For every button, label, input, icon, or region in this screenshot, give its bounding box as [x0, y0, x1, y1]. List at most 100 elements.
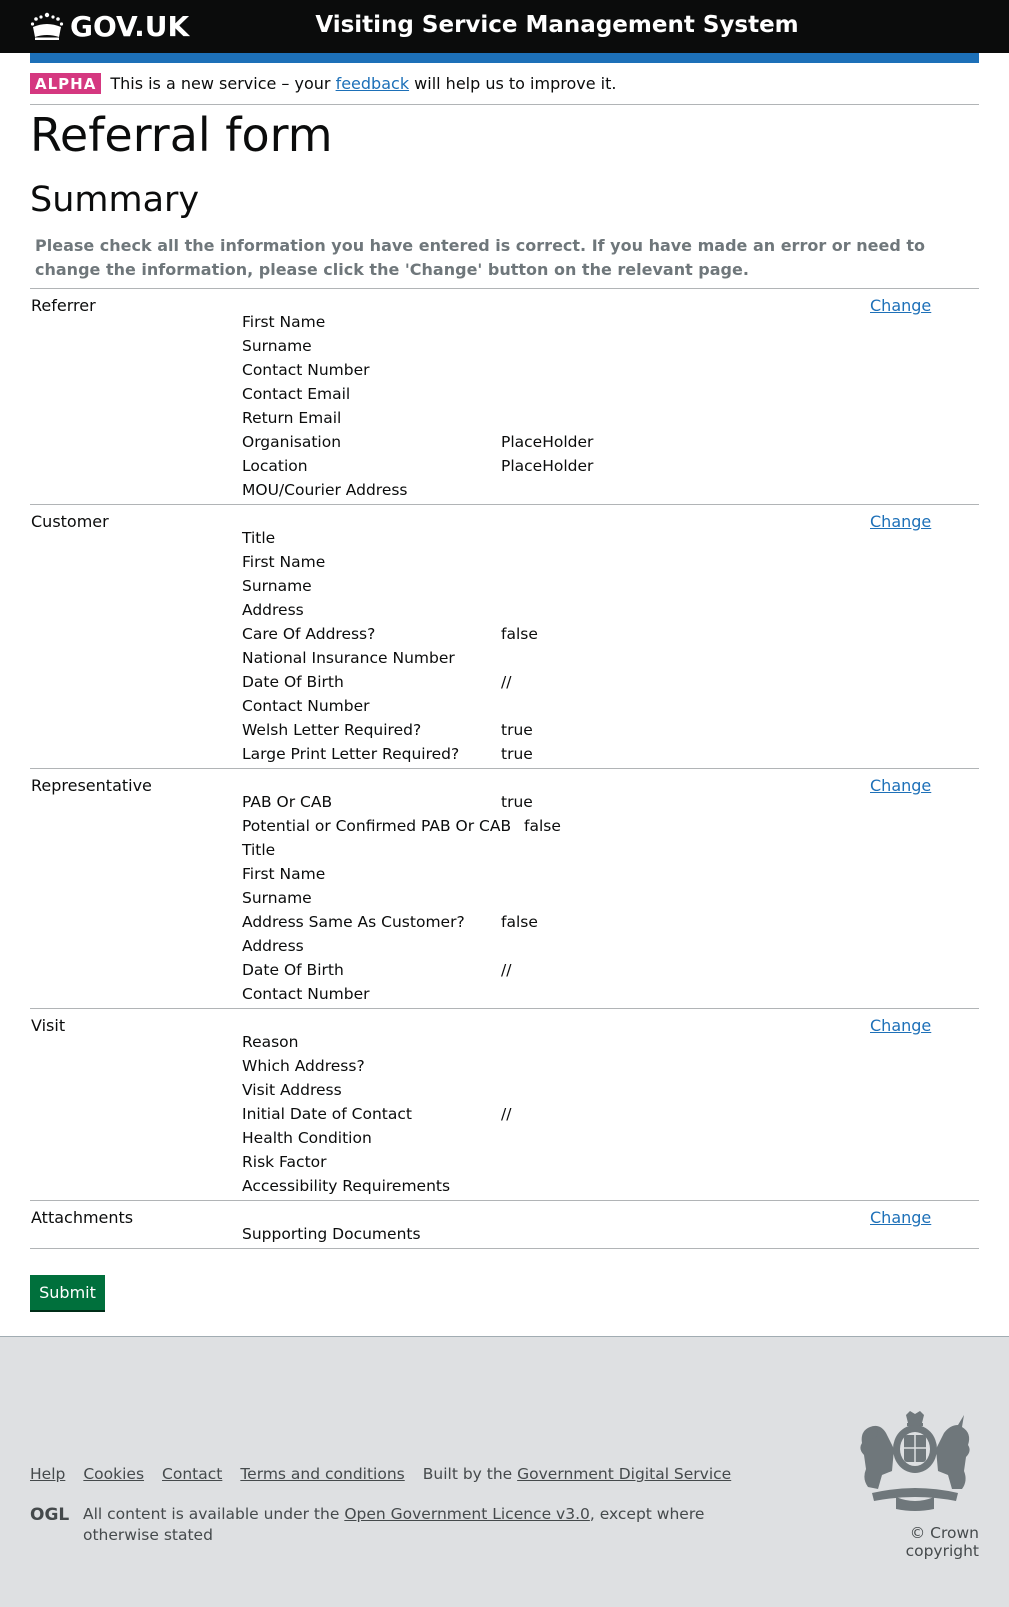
- row-key: Initial Date of Contact: [242, 1105, 412, 1123]
- summary-row: Welsh Letter Required? true: [30, 718, 979, 742]
- gds-link[interactable]: Government Digital Service: [517, 1465, 731, 1483]
- summary-row: Initial Date of Contact //: [30, 1102, 979, 1126]
- summary-row: Which Address?: [30, 1054, 979, 1078]
- ogl-logo-icon: OGL: [30, 1505, 69, 1523]
- row-key: Address: [242, 601, 304, 619]
- summary-row: Location PlaceHolder: [30, 454, 979, 478]
- row-key: First Name: [242, 553, 326, 571]
- summary-row: Large Print Letter Required? true: [30, 742, 979, 766]
- header-blue-bar: [30, 53, 979, 63]
- footer-link-cookies[interactable]: Cookies: [83, 1465, 144, 1483]
- phase-banner-text: This is a new service – your feedback wi…: [110, 74, 616, 93]
- section-visit: Visit Change Reason Which Address? Visit…: [30, 1008, 979, 1200]
- phase-banner: ALPHA This is a new service – your feedb…: [30, 63, 979, 105]
- feedback-link[interactable]: feedback: [336, 74, 410, 93]
- row-key: Location: [242, 457, 308, 475]
- summary-row: Accessibility Requirements: [30, 1174, 979, 1198]
- row-key: Contact Number: [242, 697, 370, 715]
- summary-row: Address: [30, 598, 979, 622]
- row-value: false: [524, 817, 561, 835]
- row-key: Reason: [242, 1033, 299, 1051]
- summary-row: Health Condition: [30, 1126, 979, 1150]
- row-key: Address: [242, 937, 304, 955]
- section-customer: Customer Change Title First Name Surname…: [30, 504, 979, 768]
- summary-row: National Insurance Number: [30, 646, 979, 670]
- section-representative: Representative Change PAB Or CAB true Pot…: [30, 768, 979, 1008]
- row-key: Contact Number: [242, 985, 370, 1003]
- row-value: true: [501, 745, 533, 763]
- row-key: Surname: [242, 577, 312, 595]
- row-key: Date Of Birth: [242, 961, 344, 979]
- summary-row: Risk Factor: [30, 1150, 979, 1174]
- summary-row: Contact Email: [30, 382, 979, 406]
- row-key: Care Of Address?: [242, 625, 376, 643]
- row-key: Contact Email: [242, 385, 351, 403]
- footer-link-help[interactable]: Help: [30, 1465, 65, 1483]
- summary-row: Title: [30, 838, 979, 862]
- row-key: PAB Or CAB: [242, 793, 333, 811]
- footer-link-contact[interactable]: Contact: [162, 1465, 222, 1483]
- royal-coat-of-arms-icon: [860, 1411, 970, 1511]
- row-key: Surname: [242, 889, 312, 907]
- row-key: Organisation: [242, 433, 342, 451]
- lead-text: Please check all the information you hav…: [35, 236, 925, 279]
- built-by-prefix: Built by the: [422, 1465, 518, 1483]
- row-value: false: [501, 913, 538, 931]
- row-key: MOU/Courier Address: [242, 481, 408, 499]
- built-by-text: Built by the Government Digital Service: [423, 1465, 731, 1483]
- summary-row: Reason: [30, 1030, 979, 1054]
- page-title: Referral form: [30, 108, 333, 162]
- summary-row: Contact Number: [30, 694, 979, 718]
- section-attachments: Attachments Change Supporting Documents: [30, 1200, 979, 1249]
- row-key: First Name: [242, 865, 326, 883]
- section-referrer: Referrer Change First Name Surname Conta…: [30, 288, 979, 504]
- summary-row: Title: [30, 526, 979, 550]
- summary-row: Potential or Confirmed PAB Or CAB false: [30, 814, 979, 838]
- row-key: National Insurance Number: [242, 649, 455, 667]
- crown-copyright[interactable]: © Crown copyright: [848, 1524, 979, 1560]
- row-key: Title: [242, 841, 276, 859]
- row-key: Large Print Letter Required?: [242, 745, 460, 763]
- footer-links: Help Cookies Contact Terms and condition…: [30, 1465, 731, 1483]
- submit-button[interactable]: Submit: [30, 1275, 105, 1310]
- summary-row: Address Same As Customer? false: [30, 910, 979, 934]
- summary-row: Surname: [30, 574, 979, 598]
- row-key: Title: [242, 529, 276, 547]
- row-key: Accessibility Requirements: [242, 1177, 451, 1195]
- summary-row: Return Email: [30, 406, 979, 430]
- row-key: Which Address?: [242, 1057, 365, 1075]
- row-value: true: [501, 721, 533, 739]
- ogl-licence-link[interactable]: Open Government Licence v3.0: [344, 1505, 590, 1523]
- row-key: Date Of Birth: [242, 673, 344, 691]
- service-name[interactable]: Visiting Service Management System: [0, 12, 1009, 38]
- summary-list: Referrer Change First Name Surname Conta…: [30, 288, 979, 1249]
- row-value: //: [501, 961, 512, 979]
- row-key: Risk Factor: [242, 1153, 327, 1171]
- summary-row: First Name: [30, 550, 979, 574]
- footer-link-terms[interactable]: Terms and conditions: [240, 1465, 404, 1483]
- summary-row: MOU/Courier Address: [30, 478, 979, 502]
- summary-row: First Name: [30, 862, 979, 886]
- ogl-logo-text: OGL: [30, 1505, 69, 1523]
- summary-row: Visit Address: [30, 1078, 979, 1102]
- summary-row: Surname: [30, 334, 979, 358]
- summary-row: Address: [30, 934, 979, 958]
- row-value: //: [501, 673, 512, 691]
- row-key: Welsh Letter Required?: [242, 721, 422, 739]
- row-key: Surname: [242, 337, 312, 355]
- row-key: Contact Number: [242, 361, 370, 379]
- row-key: Supporting Documents: [242, 1225, 421, 1243]
- summary-row: PAB Or CAB true: [30, 790, 979, 814]
- row-key: First Name: [242, 313, 326, 331]
- row-value: //: [501, 1105, 512, 1123]
- summary-row: First Name: [30, 310, 979, 334]
- site-header: GOV.UK Visiting Service Management Syste…: [0, 0, 1009, 53]
- row-value: PlaceHolder: [501, 457, 594, 475]
- summary-row: Care Of Address? false: [30, 622, 979, 646]
- licence-prefix: All content is available under the: [83, 1505, 345, 1523]
- summary-row: Contact Number: [30, 982, 979, 1006]
- row-value: false: [501, 625, 538, 643]
- row-key: Address Same As Customer?: [242, 913, 465, 931]
- licence-text: All content is available under the Open …: [83, 1504, 723, 1546]
- summary-row: Supporting Documents: [30, 1222, 979, 1246]
